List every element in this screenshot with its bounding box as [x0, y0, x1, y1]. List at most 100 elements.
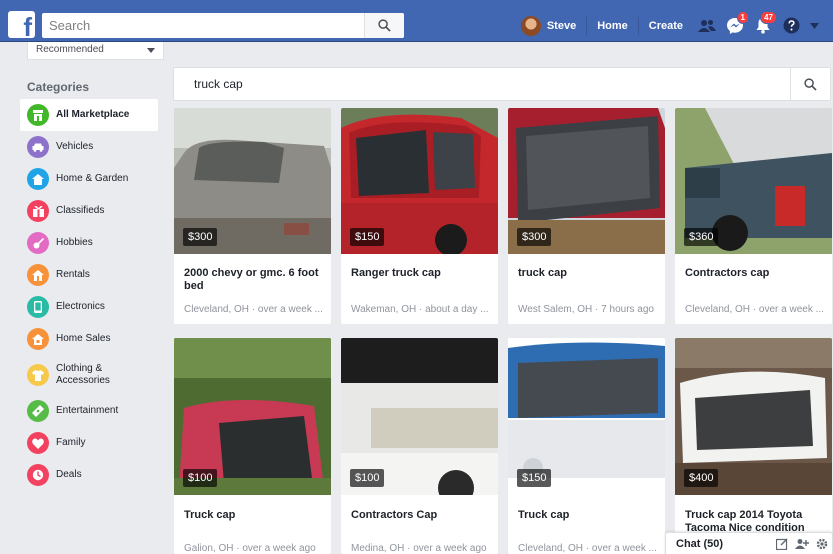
category-deals[interactable]: Deals	[20, 459, 158, 491]
listing-location: Cleveland, OH · over a week ...	[518, 543, 657, 554]
listing-photo: $360	[675, 108, 832, 254]
listing-photo: $300	[174, 108, 331, 254]
gift-icon	[27, 200, 49, 222]
category-family[interactable]: Family	[20, 427, 158, 459]
chat-bar[interactable]: Chat (50)	[665, 532, 833, 554]
category-electronics[interactable]: Electronics	[20, 291, 158, 323]
avatar	[520, 15, 541, 36]
friend-requests-button[interactable]	[693, 13, 721, 38]
new-group-button[interactable]	[792, 534, 812, 554]
global-search-button[interactable]	[364, 13, 404, 38]
messages-badge: 1	[736, 11, 749, 24]
listing-card[interactable]: $300 2000 chevy or gmc. 6 foot bed Cleve…	[174, 108, 331, 324]
account-menu-button[interactable]	[805, 13, 823, 38]
chat-settings-button[interactable]	[812, 534, 832, 554]
compose-icon	[776, 538, 788, 550]
category-vehicles[interactable]: Vehicles	[20, 131, 158, 163]
logo-letter: f	[23, 12, 32, 42]
marketplace-search-input[interactable]	[174, 68, 790, 100]
listing-location: Galion, OH · over a week ago	[184, 543, 316, 554]
phone-icon	[27, 296, 49, 318]
listing-title: Truck cap	[184, 509, 236, 521]
listing-location: Cleveland, OH · over a week ...	[184, 304, 323, 315]
new-message-button[interactable]	[772, 534, 792, 554]
listing-card[interactable]: $100 Truck cap Galion, OH · over a week …	[174, 338, 331, 554]
listing-photo: $400	[675, 338, 832, 495]
search-icon	[804, 77, 817, 91]
category-label: Entertainment	[56, 405, 119, 416]
category-entertainment[interactable]: Entertainment	[20, 395, 158, 427]
category-home-garden[interactable]: Home & Garden	[20, 163, 158, 195]
listing-card[interactable]: $400 Truck cap 2014 Toyota Tacoma Nice c…	[675, 338, 832, 554]
friends-icon	[698, 19, 716, 32]
listing-location: Medina, OH · over a week ago	[351, 543, 487, 554]
listing-title: Contractors cap	[685, 267, 770, 279]
listing-location: West Salem, OH · 7 hours ago	[518, 304, 654, 315]
listing-title: Contractors Cap	[351, 509, 438, 521]
global-search-input[interactable]	[42, 13, 364, 38]
listing-price: $100	[183, 469, 218, 487]
category-label: Vehicles	[56, 141, 94, 152]
car-icon	[27, 136, 49, 158]
category-clothing-accessories[interactable]: Clothing & Accessories	[20, 355, 158, 395]
heart-icon	[27, 432, 49, 454]
marketplace-search-button[interactable]	[790, 68, 830, 100]
top-bar: f Steve Home Create 1 47	[0, 0, 833, 42]
listing-card[interactable]: $100 Contractors Cap Medina, OH · over a…	[341, 338, 498, 554]
category-label: Home Sales	[56, 333, 111, 344]
listing-card[interactable]: $150 Ranger truck cap Wakeman, OH · abou…	[341, 108, 498, 324]
category-label: Rentals	[56, 269, 90, 280]
listing-price: $100	[350, 469, 385, 487]
profile-link[interactable]: Steve	[520, 15, 588, 36]
group-add-icon	[795, 538, 809, 549]
top-nav: Steve Home Create 1 47	[520, 11, 823, 38]
listing-photo: $150	[341, 108, 498, 254]
sort-selected-value: Recommended	[36, 44, 104, 55]
category-label: All Marketplace	[56, 109, 130, 120]
chevron-down-icon	[147, 48, 155, 53]
search-icon	[378, 19, 391, 32]
category-label: Family	[56, 437, 86, 448]
sort-dropdown[interactable]: Recommended	[27, 42, 164, 60]
category-rentals[interactable]: Rentals	[20, 259, 158, 291]
listing-photo: $300	[508, 108, 665, 254]
listing-price: $300	[183, 228, 218, 246]
category-home-sales[interactable]: Home Sales	[20, 323, 158, 355]
listing-location: Wakeman, OH · about a day ...	[351, 304, 489, 315]
gear-icon	[816, 538, 828, 549]
create-link[interactable]: Create	[639, 17, 693, 35]
category-all-marketplace[interactable]: All Marketplace	[20, 99, 158, 131]
messages-button[interactable]: 1	[721, 11, 749, 38]
notifications-badge: 47	[760, 11, 777, 24]
home-sale-icon	[27, 328, 49, 350]
listing-photo: $100	[174, 338, 331, 495]
home-link[interactable]: Home	[587, 16, 639, 35]
ticket-icon	[27, 400, 49, 422]
category-label: Hobbies	[56, 237, 93, 248]
category-label: Classifieds	[56, 205, 105, 216]
category-label: Clothing & Accessories	[56, 363, 110, 386]
listing-card[interactable]: $360 Contractors cap Cleveland, OH · ove…	[675, 108, 832, 324]
help-button[interactable]	[777, 13, 805, 38]
category-label: Deals	[56, 469, 82, 480]
caret-down-icon	[809, 22, 819, 29]
listing-price: $360	[684, 228, 719, 246]
storefront-icon	[27, 104, 49, 126]
guitar-icon	[27, 232, 49, 254]
category-hobbies[interactable]: Hobbies	[20, 227, 158, 259]
listing-title: Ranger truck cap	[351, 267, 441, 279]
notifications-button[interactable]: 47	[749, 11, 777, 38]
profile-name: Steve	[546, 19, 577, 32]
listing-price: $150	[350, 228, 385, 246]
category-classifieds[interactable]: Classifieds	[20, 195, 158, 227]
category-label: Electronics	[56, 301, 105, 312]
listing-card[interactable]: $150 Truck cap Cleveland, OH · over a we…	[508, 338, 665, 554]
listing-price: $300	[517, 228, 552, 246]
listing-price: $400	[684, 469, 719, 487]
listing-price: $150	[517, 469, 552, 487]
listing-card[interactable]: $300 truck cap West Salem, OH · 7 hours …	[508, 108, 665, 324]
listing-photo: $150	[508, 338, 665, 495]
rental-house-icon	[27, 264, 49, 286]
listing-title: Truck cap	[518, 509, 570, 521]
facebook-logo[interactable]: f	[8, 11, 35, 42]
